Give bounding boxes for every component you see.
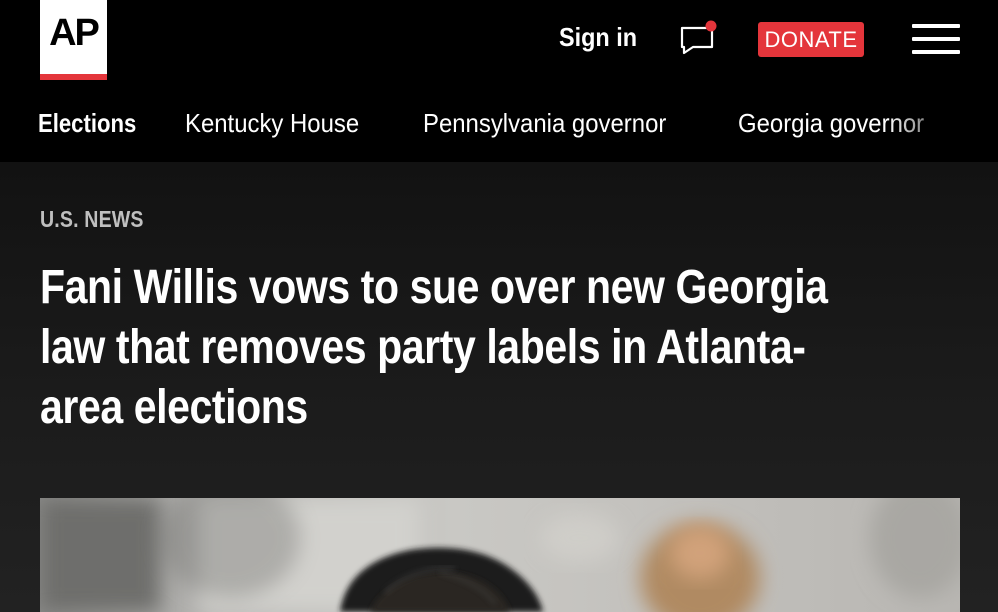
nav-item-kentucky-house[interactable]: Kentucky House xyxy=(185,108,359,139)
donate-button[interactable]: DONATE xyxy=(758,22,864,57)
topic-nav: Elections Kentucky House Pennsylvania go… xyxy=(0,90,998,162)
logo-text: AP xyxy=(49,12,100,54)
nav-item-elections[interactable]: Elections xyxy=(38,108,136,139)
article-main: U.S. NEWS Fani Willis vows to sue over n… xyxy=(0,162,998,612)
sign-in-link[interactable]: Sign in xyxy=(559,22,637,53)
article-headline: Fani Willis vows to sue over new Georgia… xyxy=(40,261,828,434)
nav-item-pennsylvania-governor[interactable]: Pennsylvania governor xyxy=(423,108,666,139)
ap-logo[interactable]: AP xyxy=(40,0,107,80)
site-header: AP Sign in DONATE xyxy=(0,0,998,90)
chat-notification-icon[interactable] xyxy=(678,20,720,56)
section-label[interactable]: U.S. NEWS xyxy=(40,206,144,233)
article-lead-photo[interactable] xyxy=(40,498,960,612)
nav-item-georgia-governor[interactable]: Georgia governor xyxy=(738,108,924,139)
menu-icon[interactable] xyxy=(912,24,960,54)
